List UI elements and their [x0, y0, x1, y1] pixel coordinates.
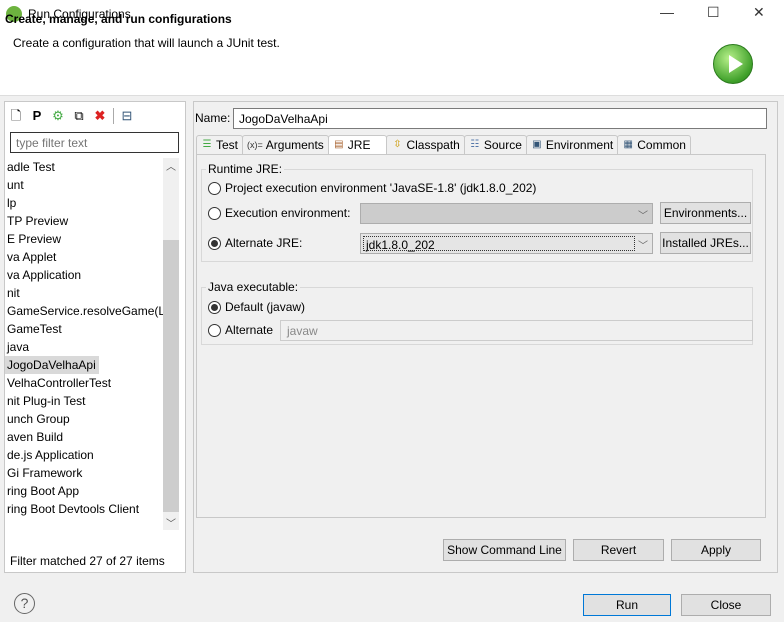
export-icon[interactable]: ⚙ [50, 108, 66, 124]
common-icon: ▦ [623, 139, 633, 150]
list-item[interactable]: adle Test [5, 158, 55, 176]
duplicate-icon[interactable]: ⧉ [71, 108, 87, 124]
list-item[interactable]: nit [5, 284, 20, 302]
delete-icon[interactable]: ✖ [92, 108, 108, 124]
name-input[interactable] [233, 108, 767, 129]
new-prototype-icon[interactable]: P [29, 108, 45, 124]
tab-common[interactable]: ▦ Common [617, 135, 691, 154]
chevron-down-icon: ﹀ [638, 211, 648, 222]
list-item[interactable]: de.js Application [5, 446, 94, 464]
radio-circle [208, 206, 221, 220]
filter-status: Filter matched 27 of 27 items [10, 554, 165, 568]
list-item[interactable]: nit Plug-in Test [5, 392, 86, 410]
show-command-line-button[interactable]: Show Command Line [443, 539, 566, 561]
chevron-down-icon: ﹀ [638, 241, 648, 252]
tab-bar: ☰ Test (x)= Arguments ▤ JRE ⇳ Classpath ☷ Source ▣… [196, 135, 691, 154]
list-item[interactable]: aven Build [5, 428, 63, 446]
list-item[interactable]: unch Group [5, 410, 70, 428]
list-item[interactable]: JogoDaVelhaApi [5, 356, 99, 374]
tab-label: Common [637, 138, 686, 152]
list-item[interactable]: GameService.resolveGame(L [5, 302, 163, 320]
revert-button[interactable]: Revert [573, 539, 664, 561]
radio-label: Alternate JRE: [225, 236, 303, 250]
environment-icon: ▣ [532, 139, 542, 150]
new-configuration-icon[interactable]: 🗋 [8, 108, 24, 124]
close-window-button[interactable]: ✕ [753, 4, 765, 21]
environments-button[interactable]: Environments... [660, 202, 751, 224]
maximize-button[interactable]: ☐ [707, 4, 720, 21]
tab-classpath[interactable]: ⇳ Classpath [386, 135, 465, 154]
close-button[interactable]: Close [681, 594, 771, 616]
arguments-icon: (x)= [247, 140, 263, 150]
installed-jres-button[interactable]: Installed JREs... [660, 232, 751, 254]
list-item[interactable]: java [5, 338, 29, 356]
radio-circle [208, 300, 221, 314]
execution-env-radio[interactable]: Execution environment: [208, 206, 350, 220]
tab-arguments[interactable]: (x)= Arguments [242, 135, 329, 154]
tab-label: Test [216, 138, 239, 152]
apply-button[interactable]: Apply [671, 539, 761, 561]
scrollbar-thumb[interactable] [163, 240, 179, 512]
list-item[interactable]: E Preview [5, 230, 61, 248]
runtime-jre-label: Runtime JRE: [206, 162, 285, 176]
tab-jre[interactable]: ▤ JRE [327, 135, 388, 154]
alternate-jre-select[interactable]: jdk1.8.0_202 ﹀ [360, 233, 653, 254]
classpath-icon: ⇳ [393, 139, 402, 150]
java-executable-label: Java executable: [206, 280, 301, 294]
tab-source[interactable]: ☷ Source [463, 135, 527, 154]
radio-circle [208, 236, 221, 250]
collapse-all-icon[interactable]: ⊟ [119, 108, 135, 124]
minimize-button[interactable]: — [660, 4, 674, 20]
tab-environment[interactable]: ▣ Environment [525, 135, 619, 154]
tab-label: Source [483, 138, 522, 152]
name-label: Name: [195, 111, 231, 125]
run-banner-icon [713, 44, 753, 84]
list-item[interactable]: va Applet [5, 248, 56, 266]
source-icon: ☷ [470, 139, 480, 150]
tab-label: Arguments [265, 138, 324, 152]
project-env-radio[interactable]: Project execution environment 'JavaSE-1.… [208, 181, 536, 195]
alternate-exe-input[interactable]: javaw [280, 320, 753, 341]
list-item[interactable]: ring Boot Devtools Client [5, 500, 139, 518]
tab-test[interactable]: ☰ Test [196, 135, 244, 154]
filter-input[interactable] [10, 132, 179, 153]
list-item[interactable]: lp [5, 194, 16, 212]
test-icon: ☰ [202, 139, 212, 150]
help-icon[interactable]: ? [14, 593, 35, 614]
header-title: Create, manage, and run configurations [5, 12, 232, 26]
radio-label: Alternate [225, 323, 274, 337]
tab-label: JRE [347, 138, 371, 152]
list-item[interactable]: va Application [5, 266, 81, 284]
list-item[interactable]: TP Preview [5, 212, 68, 230]
list-item[interactable]: GameTest [5, 320, 62, 338]
radio-label: Project execution environment 'JavaSE-1.… [225, 181, 537, 195]
default-javaw-radio[interactable]: Default (javaw) [208, 300, 305, 314]
alternate-jre-radio[interactable]: Alternate JRE: [208, 236, 302, 250]
jre-icon: ▤ [334, 139, 344, 150]
list-item[interactable]: unt [5, 176, 24, 194]
left-toolbar: 🗋 P ⚙ ⧉ ✖ ⊟ [8, 107, 135, 125]
toolbar-separator [113, 108, 114, 124]
alternate-exe-radio[interactable]: Alternate [208, 323, 273, 337]
scroll-up-icon[interactable]: ︿ [163, 158, 179, 173]
tab-label: Classpath [406, 138, 460, 152]
run-button[interactable]: Run [583, 594, 671, 616]
tab-label: Environment [545, 138, 614, 152]
list-item[interactable]: ring Boot App [5, 482, 79, 500]
execution-env-select[interactable]: ﹀ [360, 203, 653, 224]
radio-circle [208, 323, 221, 337]
scroll-down-icon[interactable]: ﹀ [163, 515, 179, 530]
list-item[interactable]: VelhaControllerTest [5, 374, 111, 392]
alternate-jre-value: jdk1.8.0_202 [363, 236, 635, 252]
header-subtitle: Create a configuration that will launch … [13, 36, 280, 50]
radio-label: Default (javaw) [225, 300, 306, 314]
radio-circle [208, 181, 221, 195]
radio-label: Execution environment: [225, 206, 351, 220]
configuration-list: adle Test unt lp TP Preview E Preview va Appl… [5, 158, 163, 530]
list-item[interactable]: Gi Framework [5, 464, 82, 482]
